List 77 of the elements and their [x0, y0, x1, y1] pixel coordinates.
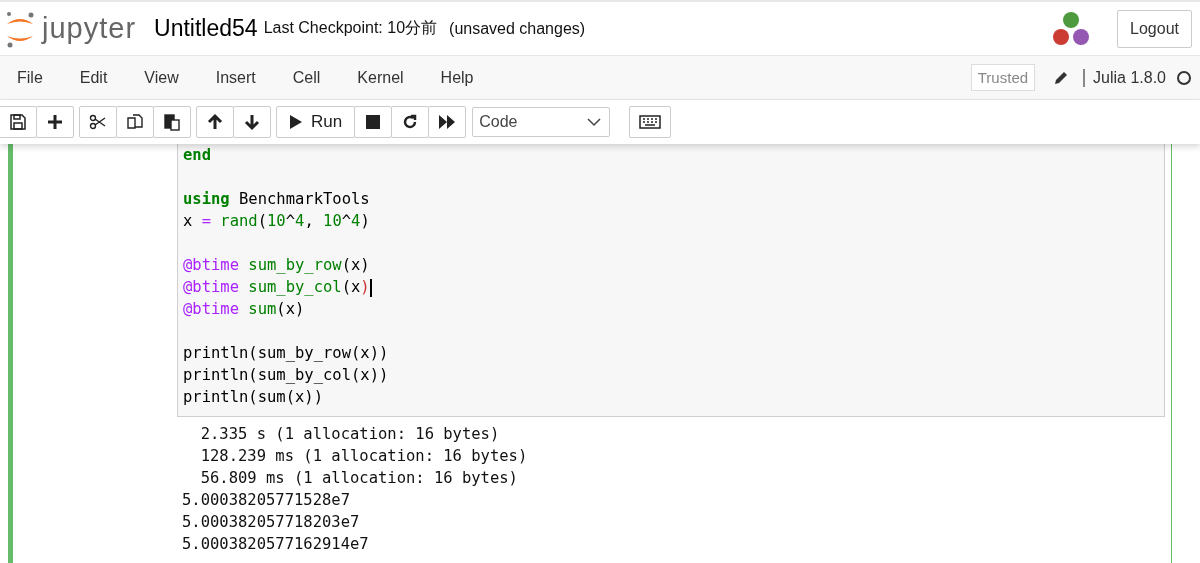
toolbar-button[interactable] [0, 106, 37, 138]
toolbar-button[interactable] [36, 106, 74, 138]
code-token: 4 [295, 212, 305, 230]
kernel-name[interactable]: Julia 1.8.0 [1083, 68, 1166, 87]
copy-icon [126, 113, 144, 131]
code-token: 10 [323, 212, 342, 230]
menu-item[interactable]: Insert [215, 68, 256, 87]
menu-item[interactable]: File [17, 68, 43, 87]
menu-item[interactable]: View [144, 68, 179, 87]
code-token: x [183, 212, 193, 230]
chevron-down-icon [587, 117, 602, 127]
code-token: rand [220, 212, 258, 230]
toolbar-button[interactable] [428, 106, 467, 138]
code-token: (x [341, 278, 361, 296]
menu-item[interactable]: Cell [292, 68, 321, 87]
unsaved-status: (unsaved changes) [449, 19, 586, 38]
code-token: end [183, 146, 211, 164]
code-token: sum [247, 300, 277, 318]
down-arrow-icon [243, 113, 261, 131]
logout-button[interactable]: Logout [1117, 9, 1192, 48]
toolbar-button[interactable] [354, 106, 393, 138]
code-token: sum_by_row [247, 256, 342, 274]
code-token: using [183, 190, 230, 208]
run-label: Run [311, 112, 343, 132]
output-line: 2.335 s (1 allocation: 16 bytes) [199, 424, 501, 445]
trusted-indicator[interactable]: Trusted [970, 64, 1036, 91]
square-icon [364, 113, 383, 131]
output-line: 128.239 ms (1 allocation: 16 bytes) [199, 446, 529, 467]
code-token: @btime [183, 300, 239, 318]
toolbar-button[interactable] [233, 106, 271, 138]
output-line: 5.00038205771528e7 [182, 490, 351, 511]
toolbar-button[interactable] [391, 106, 430, 138]
code-token: = [200, 212, 212, 230]
code-token: , [304, 212, 315, 230]
play-icon [289, 114, 303, 130]
output-line: 5.000382057718203e7 [182, 512, 361, 533]
code-token: sum_by_col [247, 278, 342, 296]
code-token: @btime [183, 278, 239, 296]
keyboard-button[interactable] [629, 106, 672, 138]
code-token: (x) [341, 256, 370, 274]
code-token: ) [360, 212, 370, 230]
julia-dots-icon [1051, 10, 1092, 47]
jupyter-logo-text[interactable]: jupyter [42, 12, 137, 45]
code-token: 4 [351, 212, 361, 230]
pencil-icon[interactable] [1053, 69, 1070, 86]
double-triangle-icon [438, 113, 457, 131]
output-line: 56.809 ms (1 allocation: 16 bytes) [199, 468, 519, 489]
code-token: ^ [285, 212, 296, 230]
checkpoint-status: Last Checkpoint: 10分前 [263, 18, 438, 38]
code-token: ^ [341, 212, 352, 230]
run-button[interactable]: Run [276, 106, 356, 138]
keyboard-icon [639, 115, 662, 129]
code-token: println(sum(x)) [183, 388, 323, 406]
code-token: (x) [276, 300, 305, 318]
plus-icon [46, 113, 64, 131]
code-token: println(sum_by_row(x)) [183, 344, 389, 362]
up-arrow-icon [206, 113, 224, 131]
clipboard-icon [163, 113, 181, 131]
toolbar-button[interactable] [116, 106, 154, 138]
menu-item[interactable]: Kernel [357, 68, 404, 87]
output-line: 5.0003820577162914e7 [182, 534, 370, 555]
cell-type-dropdown[interactable]: Code [472, 107, 611, 137]
toolbar-button[interactable] [196, 106, 234, 138]
code-token: ) [360, 278, 370, 296]
code-token: @btime [183, 256, 239, 274]
menu-item[interactable]: Help [440, 68, 474, 87]
menu-item[interactable]: Edit [79, 68, 108, 87]
toolbar-button[interactable] [153, 106, 191, 138]
code-token: ( [257, 212, 267, 230]
notebook-name[interactable]: Untitled54 [154, 15, 258, 42]
code-token: 10 [267, 212, 286, 230]
scissors-icon [89, 113, 107, 131]
code-cell[interactable] [8, 144, 1172, 563]
toolbar-button[interactable] [79, 106, 117, 138]
code-token: println(sum_by_col(x)) [183, 366, 389, 384]
code-editor[interactable]: end using BenchmarkTools x = rand(10^4, 10^4) @btime sum_by_row(x) @btime sum_by_col(x) @btime sum(x) println(sum_by_row(x)) println(sum_by_col(x)) println(sum(x)) [177, 144, 1165, 417]
code-token: BenchmarkTools [238, 190, 370, 208]
